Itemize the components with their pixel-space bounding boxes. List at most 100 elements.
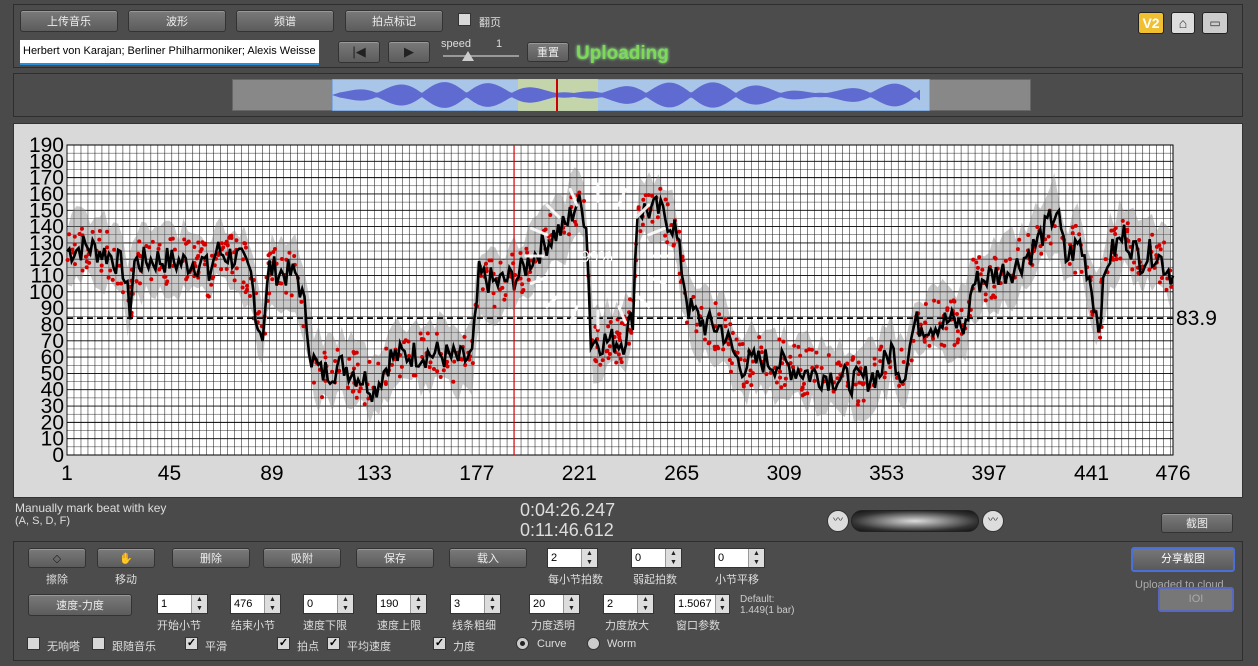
beat-point[interactable] xyxy=(684,320,689,325)
beat-point[interactable] xyxy=(742,358,747,363)
beat-point[interactable] xyxy=(650,193,655,198)
beat-point[interactable] xyxy=(206,294,211,299)
start-bar-value[interactable]: 1 xyxy=(158,595,191,613)
beat-point[interactable] xyxy=(172,247,177,252)
beat-point[interactable] xyxy=(1079,269,1084,274)
beat-point[interactable] xyxy=(80,268,85,273)
beat-point[interactable] xyxy=(266,253,271,258)
beat-point[interactable] xyxy=(289,293,294,298)
beat-point[interactable] xyxy=(232,278,237,283)
beat-point[interactable] xyxy=(882,375,887,380)
beat-point[interactable] xyxy=(241,257,246,262)
ioi-button[interactable]: IOI xyxy=(1158,587,1234,612)
no-beat-checkbox[interactable] xyxy=(27,637,40,650)
beat-point[interactable] xyxy=(137,281,142,286)
beat-point[interactable] xyxy=(792,343,797,348)
tempo-chart[interactable]: 0102030405060708090100110120130140150160… xyxy=(13,123,1243,498)
beat-point[interactable] xyxy=(980,267,985,272)
beat-point[interactable] xyxy=(520,282,525,287)
dyn-trans-value[interactable]: 20 xyxy=(530,595,563,613)
beat-point[interactable] xyxy=(606,324,611,329)
beat-point[interactable] xyxy=(727,357,732,362)
beat-point[interactable] xyxy=(492,304,497,309)
beat-point[interactable] xyxy=(723,317,728,322)
beat-point[interactable] xyxy=(1017,237,1022,242)
smooth-checkbox[interactable]: ✓ xyxy=(185,637,198,650)
beat-point[interactable] xyxy=(883,370,888,375)
beat-point[interactable] xyxy=(230,270,235,275)
beat-point[interactable] xyxy=(974,260,979,265)
beat-point[interactable] xyxy=(626,341,631,346)
beat-point[interactable] xyxy=(434,331,439,336)
beat-point[interactable] xyxy=(778,375,783,380)
beat-point[interactable] xyxy=(779,385,784,390)
beat-point[interactable] xyxy=(287,250,292,255)
beat-point[interactable] xyxy=(196,254,201,259)
beat-point[interactable] xyxy=(192,245,197,250)
beat-point[interactable] xyxy=(989,295,994,300)
beat-point[interactable] xyxy=(301,324,306,329)
beat-point[interactable] xyxy=(234,266,239,271)
beat-point[interactable] xyxy=(897,383,902,388)
spinner-arrows-icon[interactable]: ▲ ▼ xyxy=(748,549,764,567)
beat-point[interactable] xyxy=(452,359,457,364)
beat-point-checkbox[interactable]: ✓ xyxy=(277,637,290,650)
beat-point[interactable] xyxy=(640,222,645,227)
beat-point[interactable] xyxy=(257,309,262,314)
beat-point[interactable] xyxy=(330,369,335,374)
home-icon[interactable]: ⌂ xyxy=(1171,12,1195,34)
v2-badge[interactable]: V2 xyxy=(1138,12,1164,34)
end-bar-value[interactable]: 476 xyxy=(231,595,264,613)
beat-point[interactable] xyxy=(619,360,624,365)
beat-point[interactable] xyxy=(491,291,496,296)
beat-point[interactable] xyxy=(977,255,982,260)
beat-point[interactable] xyxy=(150,239,155,244)
beat-point[interactable] xyxy=(292,253,297,258)
beats-per-bar-value[interactable]: 2 xyxy=(548,549,581,567)
beat-point[interactable] xyxy=(663,197,668,202)
beat-point[interactable] xyxy=(694,329,699,334)
beat-point[interactable] xyxy=(1008,257,1013,262)
beat-point[interactable] xyxy=(650,219,655,224)
beat-point[interactable] xyxy=(72,234,77,239)
beat-point[interactable] xyxy=(500,285,505,290)
beat-point[interactable] xyxy=(502,297,507,302)
beat-point[interactable] xyxy=(643,193,648,198)
beat-point[interactable] xyxy=(134,279,139,284)
beat-point[interactable] xyxy=(1157,243,1162,248)
beat-point[interactable] xyxy=(221,245,226,250)
beat-point[interactable] xyxy=(814,350,819,355)
spinner-arrows-icon[interactable]: ▲ ▼ xyxy=(637,595,653,613)
beat-point[interactable] xyxy=(272,246,277,251)
speed-slider-thumb[interactable] xyxy=(462,51,474,61)
start-bar-spinner[interactable]: 1 ▲ ▼ xyxy=(157,594,208,614)
beat-point[interactable] xyxy=(798,353,803,358)
beat-point[interactable] xyxy=(607,344,612,349)
beat-point[interactable] xyxy=(663,233,668,238)
beat-point[interactable] xyxy=(593,357,598,362)
beat-point[interactable] xyxy=(788,354,793,359)
upload-music-button[interactable]: 上传音乐 xyxy=(20,10,118,32)
beat-point[interactable] xyxy=(284,290,289,295)
beat-point[interactable] xyxy=(992,284,997,289)
beat-point[interactable] xyxy=(855,402,860,407)
beat-point[interactable] xyxy=(1073,270,1078,275)
beat-point[interactable] xyxy=(717,312,722,317)
beat-point[interactable] xyxy=(853,382,858,387)
track-name-input[interactable]: Herbert von Karajan; Berliner Philharmon… xyxy=(20,40,319,65)
beat-point[interactable] xyxy=(1070,225,1075,230)
beat-point[interactable] xyxy=(741,382,746,387)
beat-point[interactable] xyxy=(196,240,201,245)
beat-point[interactable] xyxy=(110,277,115,282)
beat-point[interactable] xyxy=(1159,275,1164,280)
beat-point[interactable] xyxy=(347,356,352,361)
beat-point[interactable] xyxy=(438,375,443,380)
page-turn-checkbox[interactable] xyxy=(458,13,471,26)
beat-point[interactable] xyxy=(658,186,663,191)
beat-point[interactable] xyxy=(641,197,646,202)
beat-point[interactable] xyxy=(750,359,755,364)
beat-point[interactable] xyxy=(1150,232,1155,237)
beat-point[interactable] xyxy=(120,290,125,295)
beat-point[interactable] xyxy=(757,335,762,340)
pickup-value[interactable]: 0 xyxy=(632,549,665,567)
